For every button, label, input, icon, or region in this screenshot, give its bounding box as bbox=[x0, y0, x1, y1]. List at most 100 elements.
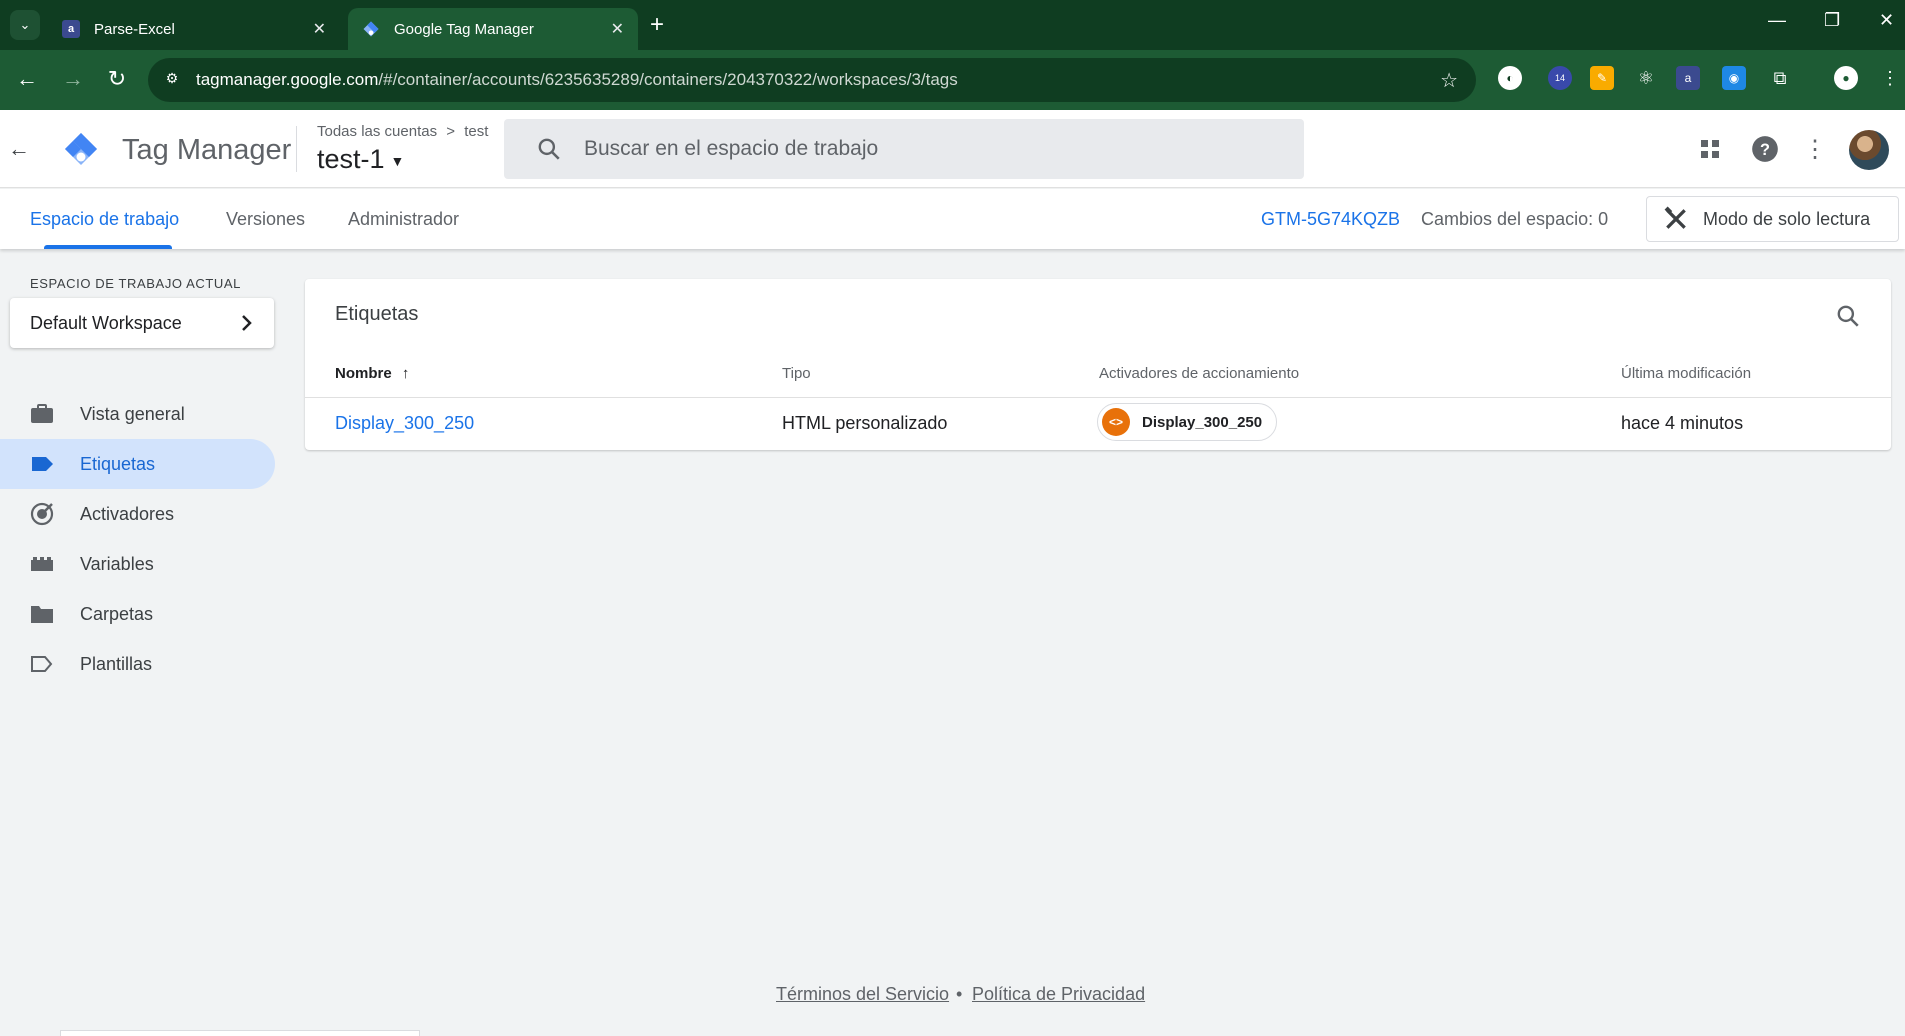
new-tab-button[interactable]: + bbox=[650, 12, 664, 38]
container-selector[interactable]: test-1 ▼ bbox=[317, 144, 404, 175]
browser-menu-icon[interactable]: ⋮ bbox=[1878, 66, 1902, 90]
active-tab-indicator bbox=[44, 245, 172, 249]
sidebar-item-carpetas[interactable]: Carpetas bbox=[0, 589, 275, 639]
url-text[interactable]: tagmanager.google.com/#/container/accoun… bbox=[196, 70, 958, 90]
sidebar-item-variables[interactable]: Variables bbox=[0, 539, 275, 589]
briefcase-icon bbox=[30, 402, 54, 426]
user-avatar[interactable] bbox=[1849, 130, 1889, 170]
reload-icon[interactable]: ↻ bbox=[102, 66, 132, 92]
sidebar-item-label: Activadores bbox=[80, 503, 175, 524]
workspace-search[interactable] bbox=[504, 119, 1304, 179]
caret-down-icon: ▼ bbox=[390, 152, 405, 169]
trigger-chip[interactable]: <> Display_300_250 bbox=[1097, 403, 1278, 441]
tags-title: Etiquetas bbox=[335, 303, 419, 325]
breadcrumb-account-link[interactable]: Todas las cuentas bbox=[317, 123, 437, 140]
bookmark-star-icon[interactable]: ☆ bbox=[1440, 68, 1458, 93]
restore-icon[interactable]: ❐ bbox=[1824, 10, 1840, 31]
sidebar-item-label: Variables bbox=[80, 553, 154, 574]
terms-of-service-link[interactable]: Términos del Servicio bbox=[776, 984, 949, 1005]
tab-google-tag-manager[interactable]: Google Tag Manager ✕ bbox=[348, 8, 638, 50]
trigger-icon bbox=[30, 502, 54, 526]
workspace-name: Default Workspace bbox=[30, 312, 182, 333]
sidebar-item-label: Plantillas bbox=[80, 653, 153, 674]
tools-crossed-icon bbox=[1664, 206, 1686, 229]
column-header-activadores[interactable]: Activadores de accionamiento bbox=[1099, 365, 1299, 382]
tab-title: Parse-Excel bbox=[94, 20, 175, 38]
column-header-nombre[interactable]: Nombre ↑ bbox=[335, 365, 409, 382]
forward-icon[interactable]: → bbox=[58, 66, 88, 92]
close-tab-icon[interactable]: ✕ bbox=[313, 19, 326, 39]
read-only-mode-label: Modo de solo lectura bbox=[1703, 208, 1871, 229]
template-icon bbox=[30, 652, 54, 676]
parse-excel-favicon-icon: a bbox=[62, 20, 80, 38]
tab-search-button[interactable]: ⌄ bbox=[10, 10, 40, 40]
extension-camera-icon[interactable]: ◉ bbox=[1722, 66, 1746, 90]
container-id-link[interactable]: GTM-5G74KQZB bbox=[1261, 209, 1400, 230]
sidebar-item-activadores[interactable]: Activadores bbox=[0, 489, 275, 539]
help-icon[interactable]: ? bbox=[1750, 134, 1780, 164]
sidebar-item-label: Etiquetas bbox=[80, 453, 156, 474]
extensions-puzzle-icon[interactable]: ⧉ bbox=[1768, 66, 1792, 90]
workspace-search-input[interactable] bbox=[584, 119, 1284, 179]
back-icon[interactable]: ← bbox=[12, 66, 42, 92]
chevron-right-icon bbox=[242, 315, 252, 331]
workspace-subnav: Espacio de trabajo Versiones Administrad… bbox=[0, 189, 1905, 249]
sidebar-item-vista-general[interactable]: Vista general bbox=[0, 389, 275, 439]
trigger-chip-label: Display_300_250 bbox=[1142, 413, 1263, 431]
tag-type: HTML personalizado bbox=[782, 413, 948, 433]
tab-parse-excel[interactable]: a Parse-Excel ✕ bbox=[48, 8, 340, 50]
tag-manager-logo-icon bbox=[65, 133, 97, 165]
sidebar-item-label: Carpetas bbox=[80, 603, 154, 624]
breadcrumb-container-link[interactable]: test bbox=[464, 123, 488, 140]
footer-separator: • bbox=[956, 984, 963, 1004]
address-toolbar: ← → ↻ ⚙ tagmanager.google.com/#/containe… bbox=[0, 50, 1905, 110]
svg-text:?: ? bbox=[1760, 141, 1770, 159]
extension-notes-icon[interactable]: ✎ bbox=[1590, 66, 1614, 90]
breadcrumb: Todas las cuentas > test bbox=[317, 123, 488, 140]
header-divider bbox=[296, 126, 297, 172]
privacy-policy-link[interactable]: Política de Privacidad bbox=[972, 984, 1145, 1005]
gtm-favicon-icon bbox=[362, 20, 380, 38]
table-divider bbox=[305, 397, 1891, 398]
site-info-icon[interactable]: ⚙ bbox=[162, 70, 182, 90]
breadcrumb-separator: > bbox=[446, 123, 456, 140]
tag-last-modified: hace 4 minutos bbox=[1621, 413, 1744, 433]
apps-grid-icon[interactable] bbox=[1695, 134, 1725, 164]
browser-tabbar: ⌄ a Parse-Excel ✕ Google Tag Manager ✕ +… bbox=[0, 0, 1905, 50]
more-vert-icon[interactable]: ⋮ bbox=[1800, 134, 1830, 164]
variables-icon bbox=[30, 552, 54, 576]
product-title: Tag Manager bbox=[122, 134, 292, 166]
tab-espacio-de-trabajo[interactable]: Espacio de trabajo bbox=[30, 209, 179, 230]
extension-badge-icon[interactable]: 14 bbox=[1548, 66, 1572, 90]
sidebar-item-plantillas[interactable]: Plantillas bbox=[0, 639, 275, 689]
tab-administrador[interactable]: Administrador bbox=[348, 209, 459, 230]
minimize-icon[interactable]: — bbox=[1768, 10, 1786, 31]
tag-icon bbox=[30, 452, 54, 476]
close-tab-icon[interactable]: ✕ bbox=[611, 19, 624, 39]
current-workspace-label: ESPACIO DE TRABAJO ACTUAL bbox=[30, 276, 242, 291]
sidebar-item-etiquetas[interactable]: Etiquetas bbox=[0, 439, 275, 489]
close-window-icon[interactable]: ✕ bbox=[1879, 10, 1894, 31]
workspace-changes-count: Cambios del espacio: 0 bbox=[1421, 209, 1609, 229]
tab-title: Google Tag Manager bbox=[394, 20, 534, 38]
bottom-panel-edge bbox=[60, 1030, 420, 1036]
container-name: test-1 bbox=[317, 144, 385, 174]
search-icon[interactable] bbox=[1835, 303, 1861, 329]
back-arrow-icon[interactable]: ← bbox=[8, 136, 30, 162]
profile-icon[interactable]: ● bbox=[1834, 66, 1858, 90]
extension-a-icon[interactable]: a bbox=[1676, 66, 1700, 90]
folder-icon bbox=[30, 602, 54, 626]
url-bar[interactable]: ⚙ tagmanager.google.com/#/container/acco… bbox=[148, 58, 1476, 102]
extension-clock-icon[interactable]: ◐ bbox=[1498, 66, 1522, 90]
tags-card: Etiquetas Nombre ↑ Tipo Activadores de a… bbox=[305, 279, 1891, 450]
tab-versiones[interactable]: Versiones bbox=[226, 209, 305, 230]
tag-name-link[interactable]: Display_300_250 bbox=[335, 413, 474, 434]
read-only-mode-button[interactable]: Modo de solo lectura bbox=[1646, 196, 1899, 242]
column-header-ultima-modificacion[interactable]: Última modificación bbox=[1621, 365, 1751, 382]
gtm-header: ← Tag Manager Todas las cuentas > test t… bbox=[0, 110, 1905, 188]
column-header-tipo[interactable]: Tipo bbox=[782, 365, 811, 382]
extension-react-icon[interactable]: ⚛ bbox=[1634, 66, 1658, 90]
sidebar-item-label: Vista general bbox=[80, 403, 185, 424]
workspace-selector[interactable]: Default Workspace bbox=[10, 298, 274, 348]
sort-ascending-icon: ↑ bbox=[401, 365, 410, 382]
